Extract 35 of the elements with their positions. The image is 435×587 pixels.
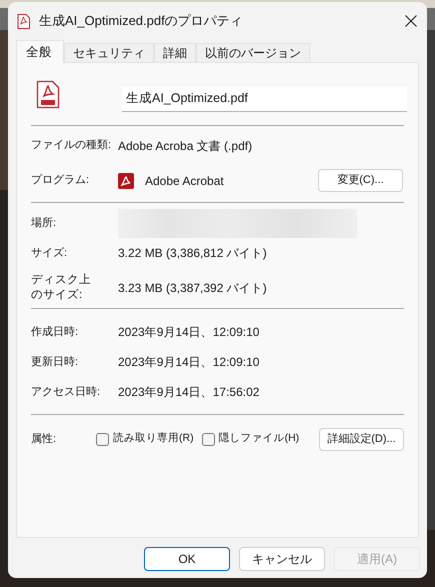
ok-button[interactable]: OK: [144, 547, 230, 571]
field-label: 作成日時:: [31, 324, 80, 340]
checkbox[interactable]: [202, 432, 215, 446]
tab[interactable]: 以前のバージョン: [196, 43, 310, 62]
field-value: 2023年9月14日、12:09:10: [118, 324, 260, 341]
tab[interactable]: 全般: [16, 40, 64, 63]
close-icon[interactable]: [405, 15, 417, 27]
field-label: 更新日時:: [31, 354, 80, 370]
cancel-button[interactable]: キャンセル: [239, 547, 325, 571]
change-button[interactable]: 変更(C)...: [318, 169, 403, 192]
field-value: Adobe Acrobat: [145, 172, 225, 190]
pdf-file-icon: [36, 80, 60, 108]
tab[interactable]: セキュリティ: [64, 43, 154, 62]
field-label: 属性:: [31, 432, 58, 447]
field-label: アクセス日時:: [31, 384, 102, 400]
checkbox-label: 隠しファイル(H): [218, 431, 300, 446]
field-label: ディスク上: [31, 273, 91, 288]
pdf-file-icon: [17, 14, 30, 28]
field-label: 場所:: [31, 216, 58, 230]
field-value: 3.22 MB (3,386,812 バイト): [118, 245, 267, 262]
field-value: 2023年9月14日、12:09:10: [118, 354, 260, 371]
acrobat-icon: [118, 172, 134, 188]
advanced-button[interactable]: 詳細設定(D)...: [319, 428, 404, 450]
field-label: ファイルの種類:: [31, 138, 112, 153]
checkbox[interactable]: [96, 432, 109, 446]
field-value: 2023年9月14日、17:56:02: [118, 384, 260, 401]
field-value: 3.23 MB (3,387,392 バイト): [118, 280, 267, 297]
checkbox-label: 読み取り専用(R): [113, 431, 194, 446]
field-label: プログラム:: [31, 173, 90, 188]
window-title: 生成AI_Optimized.pdfのプロパティ: [39, 12, 243, 30]
field-value: Adobe Acroba 文書 (.pdf): [118, 138, 252, 154]
field-label: のサイズ:: [31, 288, 82, 303]
file-name-field[interactable]: 生成AI_Optimized.pdf: [122, 86, 407, 112]
tab[interactable]: 詳細: [154, 43, 196, 62]
field-label: サイズ:: [31, 246, 68, 260]
